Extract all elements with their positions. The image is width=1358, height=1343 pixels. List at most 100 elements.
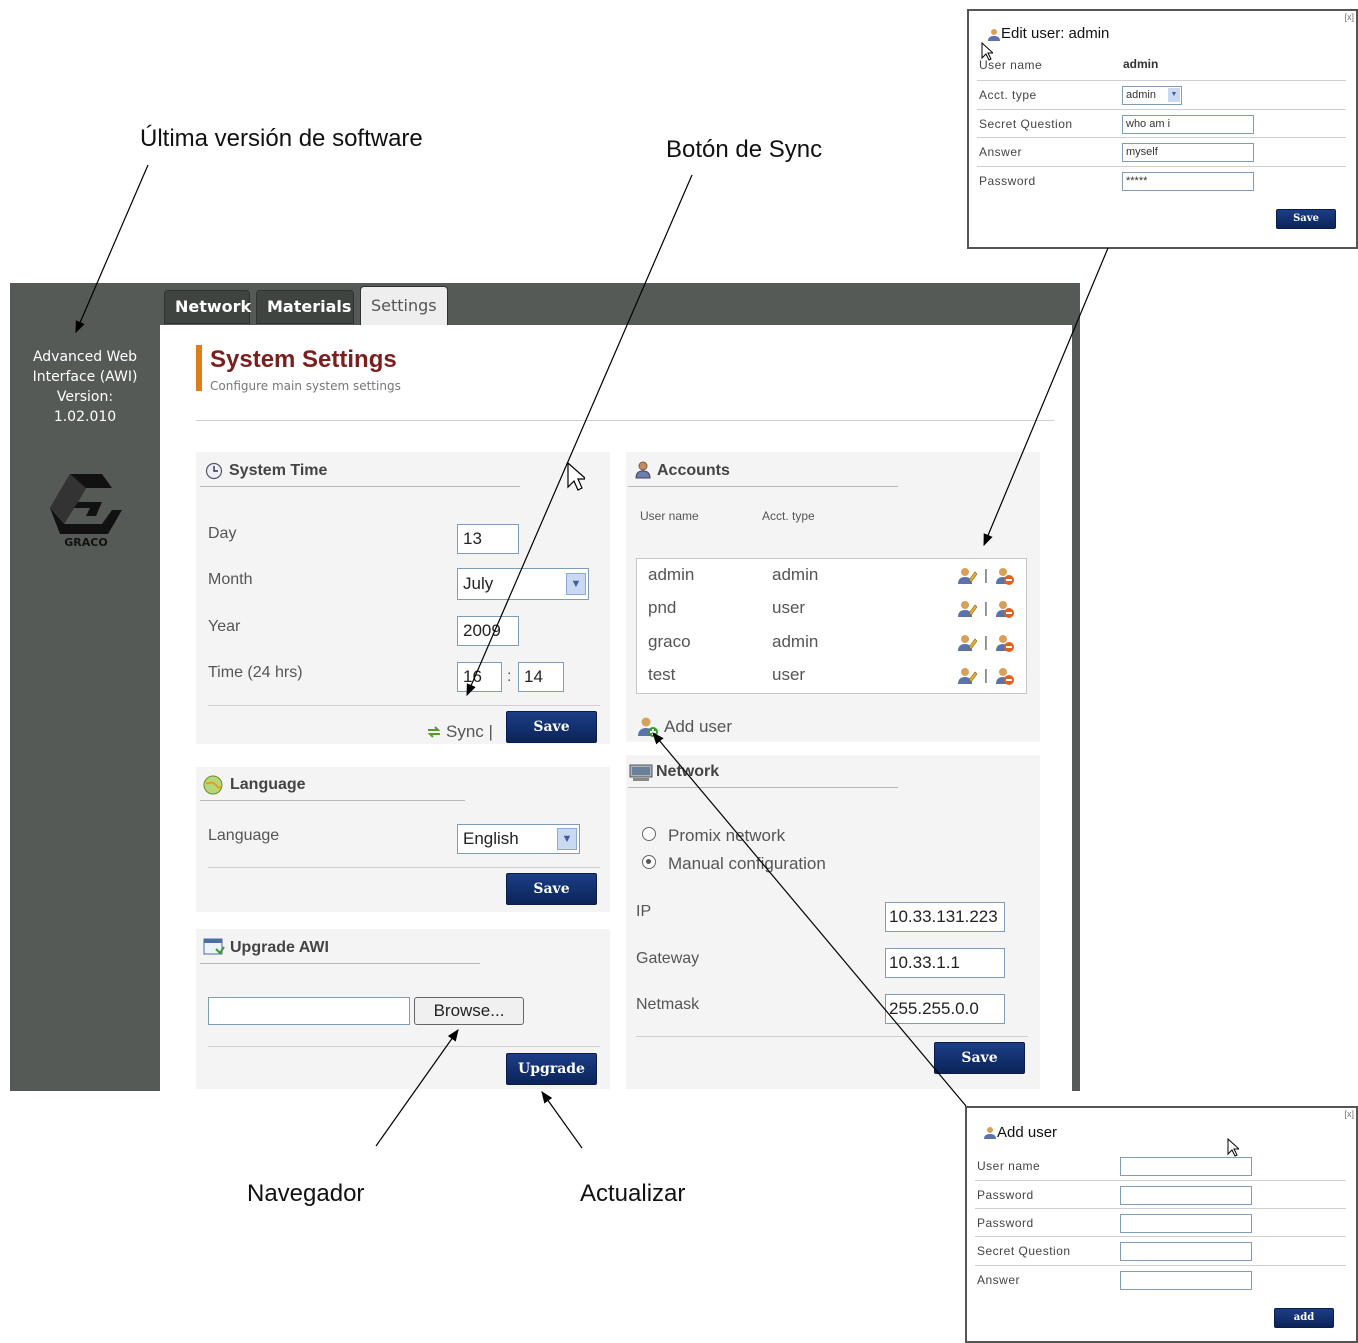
- frame-right-edge: [1072, 283, 1080, 1091]
- page-title: System Settings: [210, 346, 397, 373]
- edit-user-title: Edit user: admin: [1001, 25, 1110, 42]
- sync-icon[interactable]: [426, 724, 442, 740]
- callout-software-version: Última versión de software: [140, 125, 423, 152]
- secret-question-label: Secret Question: [979, 117, 1073, 131]
- form-row: Acct. type admin ▼: [977, 80, 1346, 109]
- account-username: admin: [648, 565, 695, 584]
- edit-user-icon[interactable]: [957, 599, 978, 624]
- ip-label: IP: [636, 903, 652, 920]
- delete-user-icon[interactable]: [995, 599, 1015, 624]
- account-username: pnd: [648, 598, 677, 617]
- header-divider: [196, 420, 1054, 421]
- account-username: test: [648, 665, 676, 684]
- version-line-1: Advanced Web: [32, 349, 138, 365]
- promix-radio[interactable]: [642, 827, 656, 841]
- answer-label: Answer: [977, 1273, 1021, 1287]
- answer-label: Answer: [979, 145, 1023, 159]
- answer-input[interactable]: myself: [1122, 143, 1254, 162]
- answer-input[interactable]: [1120, 1271, 1252, 1290]
- form-row: User name: [975, 1152, 1346, 1180]
- delete-user-icon[interactable]: [995, 666, 1015, 691]
- save-language-button[interactable]: Save: [506, 873, 597, 905]
- callout-browser: Navegador: [247, 1180, 365, 1207]
- account-type: user: [772, 598, 806, 617]
- password-input[interactable]: *****: [1122, 172, 1254, 191]
- acct-type-select[interactable]: admin ▼: [1122, 86, 1182, 105]
- gateway-input[interactable]: 10.33.1.1: [885, 948, 1005, 978]
- add-user-title: Add user: [997, 1124, 1058, 1141]
- username-input[interactable]: [1120, 1157, 1252, 1176]
- chevron-down-icon[interactable]: ▼: [557, 828, 577, 850]
- month-select-value: July: [463, 574, 494, 593]
- acct-type-value: admin: [1126, 89, 1156, 101]
- delete-user-icon[interactable]: [995, 633, 1015, 658]
- language-footer-rule: [208, 867, 600, 868]
- form-row: Secret Question: [975, 1236, 1346, 1265]
- version-line-3: Version:: [56, 389, 114, 405]
- secret-question-input[interactable]: [1120, 1242, 1252, 1261]
- row-separator: |: [984, 600, 988, 617]
- acct-type-label: Acct. type: [979, 88, 1037, 102]
- month-label: Month: [208, 571, 253, 588]
- chevron-down-icon[interactable]: ▼: [1168, 88, 1180, 102]
- sync-link[interactable]: Sync |: [446, 722, 493, 742]
- upgrade-button[interactable]: Upgrade: [506, 1053, 597, 1085]
- radio-selected-dot: [646, 859, 651, 864]
- confirm-password-input[interactable]: [1120, 1214, 1252, 1233]
- save-network-button[interactable]: Save: [934, 1042, 1025, 1074]
- version-line-2: Interface (AWI): [32, 369, 138, 385]
- form-row: User name admin: [977, 51, 1346, 79]
- upgrade-footer-rule: [208, 1046, 600, 1047]
- tab-settings[interactable]: Settings: [360, 286, 448, 326]
- day-input[interactable]: 13: [457, 524, 519, 554]
- add-user-submit-button[interactable]: add: [1274, 1308, 1334, 1328]
- hour-input[interactable]: 16: [457, 662, 502, 692]
- year-label: Year: [208, 618, 241, 635]
- add-user-icon[interactable]: [637, 716, 659, 738]
- edit-user-icon[interactable]: [957, 633, 978, 658]
- username-label: User name: [979, 58, 1043, 72]
- table-row: admin admin |: [637, 559, 1026, 593]
- edit-user-icon[interactable]: [957, 666, 978, 691]
- network-rule: [628, 787, 898, 788]
- add-user-dialog: [x] Add user User name Password Password…: [965, 1106, 1358, 1343]
- promix-option-label: Promix network: [668, 826, 786, 845]
- network-title: Network: [656, 763, 720, 780]
- tab-network[interactable]: Network: [164, 290, 251, 324]
- password-input[interactable]: [1120, 1186, 1252, 1205]
- mouse-cursor-icon: [567, 462, 585, 491]
- edit-user-dialog: [x] Edit user: admin User name admin Acc…: [967, 9, 1358, 249]
- system-time-rule: [200, 486, 520, 487]
- chevron-down-icon[interactable]: ▼: [566, 573, 586, 595]
- ip-input[interactable]: 10.33.131.223: [885, 902, 1005, 932]
- page-subtitle: Configure main system settings: [210, 379, 401, 393]
- save-time-button[interactable]: Save: [506, 711, 597, 743]
- form-row: Password: [975, 1180, 1346, 1209]
- upgrade-icon: [203, 938, 225, 955]
- tab-materials[interactable]: Materials: [256, 290, 354, 324]
- language-select[interactable]: English ▼: [457, 824, 580, 854]
- browse-button[interactable]: Browse...: [414, 997, 524, 1025]
- close-icon[interactable]: [x]: [1344, 1109, 1354, 1119]
- user-icon: [635, 461, 651, 479]
- delete-user-icon[interactable]: [995, 566, 1015, 591]
- close-icon[interactable]: [x]: [1344, 12, 1354, 22]
- row-separator: |: [984, 634, 988, 651]
- upgrade-file-input[interactable]: [208, 997, 410, 1025]
- version-info: Advanced Web Interface (AWI) Version: 1.…: [10, 347, 160, 427]
- minute-input[interactable]: 14: [518, 662, 564, 692]
- user-icon: [988, 29, 1000, 41]
- save-user-button[interactable]: Save: [1276, 209, 1336, 229]
- manual-radio[interactable]: [642, 855, 656, 869]
- language-rule: [200, 800, 465, 801]
- edit-user-icon[interactable]: [957, 566, 978, 591]
- logo-text: GRACO: [64, 536, 107, 548]
- confirm-password-label: Password: [977, 1216, 1034, 1230]
- year-input[interactable]: 2009: [457, 616, 519, 646]
- secret-question-input[interactable]: who am i: [1122, 115, 1254, 134]
- netmask-input[interactable]: 255.255.0.0: [885, 994, 1005, 1024]
- accounts-table: admin admin | pnd user | graco admin | t…: [636, 558, 1027, 694]
- add-user-link[interactable]: Add user: [664, 717, 732, 737]
- time-label: Time (24 hrs): [208, 664, 303, 681]
- month-select[interactable]: July ▼: [457, 568, 589, 600]
